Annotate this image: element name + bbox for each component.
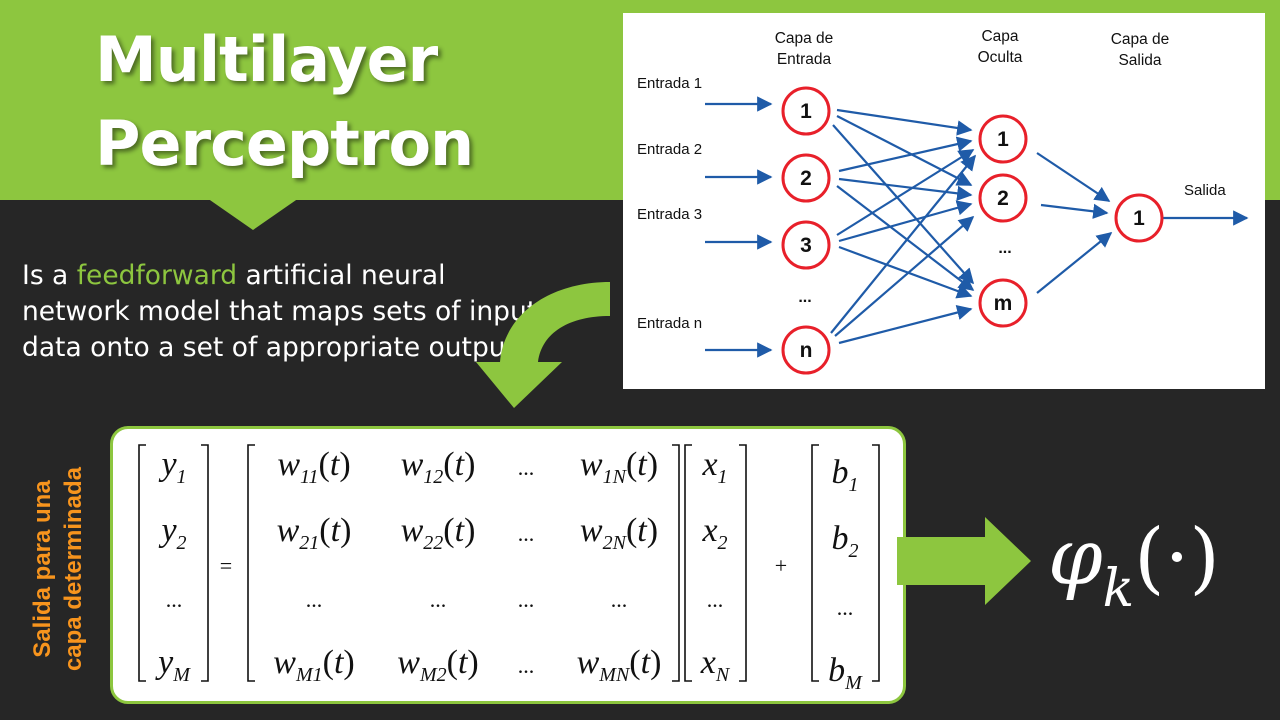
block-arrow-icon [897,517,1031,605]
x-entry: x1 [701,446,727,488]
header-hidden-line-1: Capa [981,28,1018,45]
description-text-start: Is a [22,260,77,291]
input-label-n: Entrada n [637,315,702,332]
w-entry: w12(t) [401,446,476,488]
hidden-node-2-label: 2 [997,187,1009,210]
edge-i1-hm [832,124,975,285]
b-entry: ... [837,595,854,620]
edge-in-h2 [834,215,975,337]
plus-sign: + [775,553,787,578]
y-entry: y1 [158,446,186,488]
y-vector-left-bracket [138,444,146,682]
w-entry: w21(t) [277,512,352,554]
w-entry: w22(t) [401,512,476,554]
b-vector: b1 b2... bM [828,454,863,694]
x-entry: xN [700,644,731,686]
w-entry: wM2(t) [397,644,478,686]
hidden-node-m-label: m [994,292,1013,315]
slide-title: Multilayer Perceptron [95,18,474,186]
x-vector-left-bracket [684,444,692,682]
hidden-node-1-label: 1 [997,128,1009,151]
edge-i3-hm [838,245,973,299]
hidden-ellipsis: ... [998,240,1011,257]
activation-symbol: φ [1048,513,1103,603]
input-node-n-label: n [800,339,813,362]
w-entry: ... [611,587,628,612]
w-entry: ... [518,521,535,546]
input-node-3-label: 3 [800,234,812,257]
w-entry: wM1(t) [273,644,354,686]
edge-h1-o1 [1036,152,1111,202]
header-input-line-2: Entrada [777,51,832,68]
slide-title-line-1: Multilayer [95,23,438,96]
edge-h2-o1 [1040,203,1109,219]
matrix-equation: = + y1 y2... yM w11(t) w12(t)... w1N(t) w21(t… [110,426,906,704]
b-vector-right-bracket [872,444,880,682]
w-entry: wMN(t) [577,644,662,686]
input-ellipsis: ... [798,289,811,306]
input-label-3: Entrada 3 [637,206,702,223]
w-entry: ... [518,653,535,678]
curved-down-arrow-icon [476,282,610,408]
header-hidden-line-2: Oculta [978,49,1023,66]
w-entry: ... [518,587,535,612]
slide-title-line-2: Perceptron [95,107,474,180]
activation-subscript: k [1102,559,1135,619]
description-highlight: feedforward [76,260,238,291]
output-node-1-label: 1 [1133,207,1145,230]
y-vector: y1 y2... yM [155,446,191,686]
activation-function: φk(·) [1048,508,1220,619]
w-entry: w2N(t) [580,512,658,554]
y-entry: y2 [158,512,186,554]
matrix-equation-svg: = + y1 y2... yM w11(t) w12(t)... w1N(t) w21(t… [138,444,880,694]
edge-hm-o1 [1036,232,1113,294]
x-vector: x1 x2... xN [700,446,731,686]
network-diagram: Capa de Entrada Capa Oculta Capa de Sali… [623,13,1265,389]
x-entry: ... [707,587,724,612]
w-matrix-left-bracket [247,444,255,682]
y-entry: ... [166,587,183,612]
description: Is a feedforward artificial neural netwo… [22,258,542,366]
input-label-1: Entrada 1 [637,75,702,92]
b-entry: bM [828,652,863,694]
b-entry: b2 [832,520,859,562]
input-node-1-label: 1 [800,100,812,123]
w-entry: w1N(t) [580,446,658,488]
input-label-2: Entrada 2 [637,141,702,158]
w-entry: ... [306,587,323,612]
x-entry: x2 [701,512,727,554]
network-diagram-svg: Capa de Entrada Capa Oculta Capa de Sali… [637,28,1249,375]
w-matrix: w11(t) w12(t)... w1N(t) w21(t) w22(t)... w2N(… [273,446,661,686]
header-input-line-1: Capa de [775,30,834,47]
b-vector-left-bracket [811,444,819,682]
side-label-line-2: capa determinada [60,466,87,671]
edge-i2-h1 [838,136,973,173]
equals-sign: = [220,553,232,578]
input-node-2-label: 2 [800,167,812,190]
slide: Multilayer Perceptron Is a feedforward a… [0,0,1280,720]
y-vector-right-bracket [201,444,209,682]
header-output-line-1: Capa de [1111,31,1170,48]
output-label: Salida [1184,182,1226,199]
side-label: Salida para una capa determinada [29,466,87,671]
x-vector-right-bracket [739,444,747,682]
header-output-line-2: Salida [1118,52,1161,69]
y-entry: yM [155,644,191,686]
title-band-pointer [207,198,299,230]
w-entry: ... [518,455,535,480]
w-entry: ... [430,587,447,612]
b-entry: b1 [832,454,859,496]
w-entry: w11(t) [277,446,350,488]
w-matrix-right-bracket [672,444,680,682]
side-label-line-1: Salida para una [29,480,56,658]
edge-in-h1 [830,154,976,334]
activation-argument: (·) [1134,513,1220,603]
